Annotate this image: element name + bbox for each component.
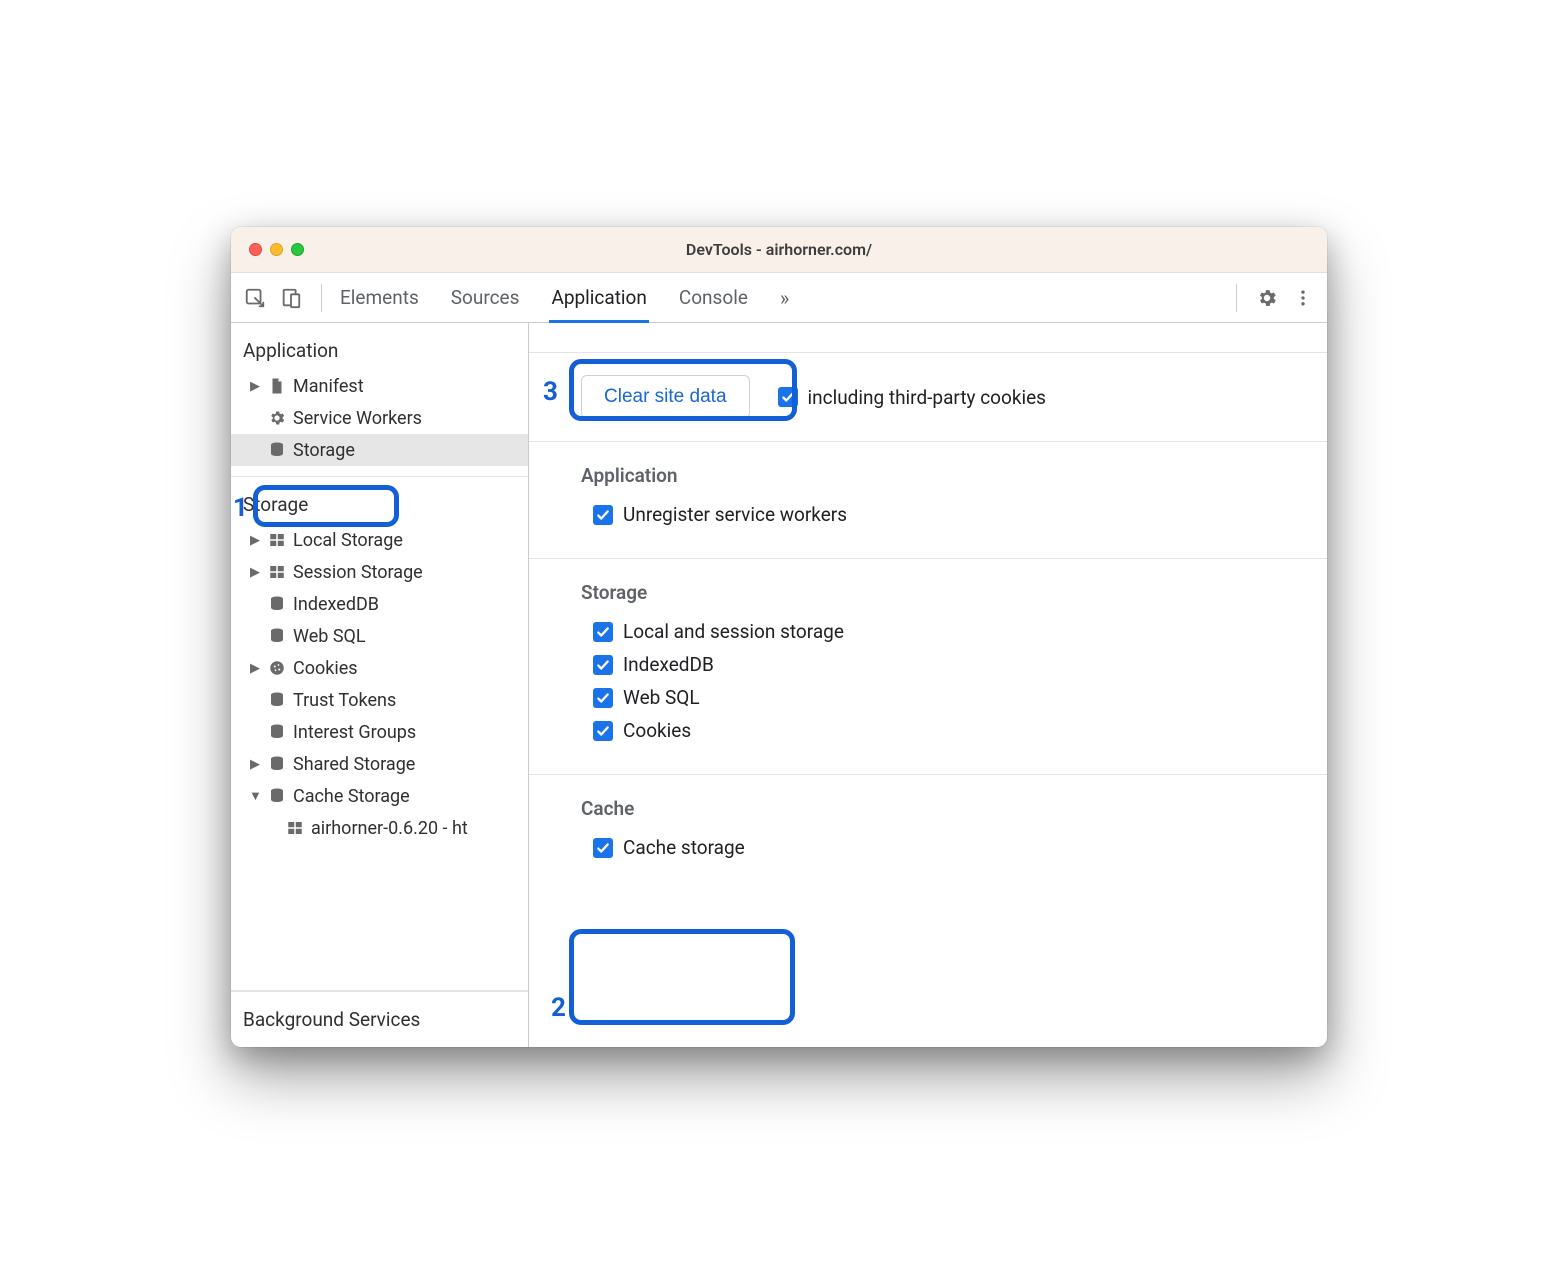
table-icon bbox=[285, 818, 305, 838]
main-top-spacer bbox=[529, 323, 1327, 353]
tab-application[interactable]: Application bbox=[549, 273, 648, 322]
device-toggle-icon[interactable] bbox=[273, 280, 309, 316]
storage-section: Storage Local and session storage Indexe… bbox=[529, 559, 1327, 775]
sidebar-item-storage[interactable]: Storage bbox=[231, 434, 528, 466]
window-titlebar: DevTools - airhorner.com/ bbox=[231, 227, 1327, 273]
database-icon bbox=[267, 786, 287, 806]
sidebar-group-background-services[interactable]: Background Services bbox=[231, 991, 528, 1047]
expand-arrow-icon[interactable]: ▶ bbox=[249, 533, 261, 548]
sidebar-item-indexeddb[interactable]: IndexedDB bbox=[231, 588, 528, 620]
sidebar-item-cache-entry[interactable]: airhorner-0.6.20 - ht bbox=[231, 812, 528, 844]
clear-site-data-section: Clear site data including third-party co… bbox=[529, 353, 1327, 442]
checkbox-local-session[interactable] bbox=[593, 622, 613, 642]
expand-arrow-icon[interactable]: ▶ bbox=[249, 565, 261, 580]
opt-label: Web SQL bbox=[623, 686, 700, 709]
database-icon bbox=[267, 594, 287, 614]
tab-sources[interactable]: Sources bbox=[449, 273, 522, 322]
database-icon bbox=[267, 754, 287, 774]
toolbar-separator bbox=[321, 284, 322, 312]
cache-section: Cache Cache storage bbox=[529, 775, 1327, 891]
window-title: DevTools - airhorner.com/ bbox=[231, 240, 1327, 259]
third-party-label: including third-party cookies bbox=[808, 386, 1046, 409]
zoom-window-button[interactable] bbox=[291, 243, 304, 256]
section-title: Application bbox=[581, 464, 1275, 487]
sidebar-item-web-sql[interactable]: Web SQL bbox=[231, 620, 528, 652]
checkbox-third-party-cookies[interactable] bbox=[778, 387, 798, 407]
sidebar-group-storage: Storage ▶ Local Storage ▶ Se bbox=[231, 477, 528, 991]
checkbox-unregister-sw[interactable] bbox=[593, 505, 613, 525]
opt-label: IndexedDB bbox=[623, 653, 714, 676]
sidebar-item-local-storage[interactable]: ▶ Local Storage bbox=[231, 524, 528, 556]
opt-label: Cookies bbox=[623, 719, 691, 742]
tabs-overflow-icon[interactable]: » bbox=[778, 273, 791, 322]
panel-tabs: Elements Sources Application Console » bbox=[338, 273, 791, 322]
sidebar-item-cookies[interactable]: ▶ Cookies bbox=[231, 652, 528, 684]
opt-label: Cache storage bbox=[623, 836, 745, 859]
checkbox-indexeddb[interactable] bbox=[593, 655, 613, 675]
collapse-arrow-icon[interactable]: ▼ bbox=[249, 788, 261, 804]
traffic-lights bbox=[231, 243, 304, 256]
cookie-icon bbox=[267, 658, 287, 678]
expand-arrow-icon[interactable]: ▶ bbox=[249, 379, 261, 394]
devtools-body: Application ▶ Manifest Serv bbox=[231, 323, 1327, 1047]
opt-label: Unregister service workers bbox=[623, 503, 847, 526]
close-window-button[interactable] bbox=[249, 243, 262, 256]
sidebar-item-trust-tokens[interactable]: Trust Tokens bbox=[231, 684, 528, 716]
devtools-window: DevTools - airhorner.com/ Elements Sourc… bbox=[231, 227, 1327, 1047]
devtools-toolbar: Elements Sources Application Console » bbox=[231, 273, 1327, 323]
table-icon bbox=[267, 530, 287, 550]
checkbox-cache-storage[interactable] bbox=[593, 838, 613, 858]
table-icon bbox=[267, 562, 287, 582]
opt-label: Local and session storage bbox=[623, 620, 844, 643]
gear-icon bbox=[267, 408, 287, 428]
settings-gear-icon[interactable] bbox=[1249, 280, 1285, 316]
tab-elements[interactable]: Elements bbox=[338, 273, 421, 322]
inspect-element-icon[interactable] bbox=[237, 280, 273, 316]
sidebar-item-service-workers[interactable]: Service Workers bbox=[231, 402, 528, 434]
sidebar-group-title: Application bbox=[231, 335, 528, 370]
expand-arrow-icon[interactable]: ▶ bbox=[249, 661, 261, 676]
minimize-window-button[interactable] bbox=[270, 243, 283, 256]
checkbox-web-sql[interactable] bbox=[593, 688, 613, 708]
database-icon bbox=[267, 440, 287, 460]
file-icon bbox=[267, 376, 287, 396]
sidebar-item-manifest[interactable]: ▶ Manifest bbox=[231, 370, 528, 402]
tab-console[interactable]: Console bbox=[677, 273, 750, 322]
clear-site-data-button[interactable]: Clear site data bbox=[581, 375, 750, 419]
expand-arrow-icon[interactable]: ▶ bbox=[249, 757, 261, 772]
section-title: Cache bbox=[581, 797, 1275, 820]
toolbar-separator bbox=[1236, 284, 1237, 312]
sidebar-item-cache-storage[interactable]: ▼ Cache Storage bbox=[231, 780, 528, 812]
sidebar-group-application: Application ▶ Manifest Serv bbox=[231, 323, 528, 477]
sidebar-item-interest-groups[interactable]: Interest Groups bbox=[231, 716, 528, 748]
database-icon bbox=[267, 690, 287, 710]
checkbox-cookies[interactable] bbox=[593, 721, 613, 741]
main-panel: Clear site data including third-party co… bbox=[529, 323, 1327, 1047]
database-icon bbox=[267, 626, 287, 646]
application-section: Application Unregister service workers bbox=[529, 442, 1327, 559]
database-icon bbox=[267, 722, 287, 742]
sidebar-item-session-storage[interactable]: ▶ Session Storage bbox=[231, 556, 528, 588]
sidebar: Application ▶ Manifest Serv bbox=[231, 323, 529, 1047]
sidebar-item-shared-storage[interactable]: ▶ Shared Storage bbox=[231, 748, 528, 780]
section-title: Storage bbox=[581, 581, 1275, 604]
sidebar-group-title: Storage bbox=[231, 489, 528, 524]
more-menu-icon[interactable] bbox=[1285, 280, 1321, 316]
